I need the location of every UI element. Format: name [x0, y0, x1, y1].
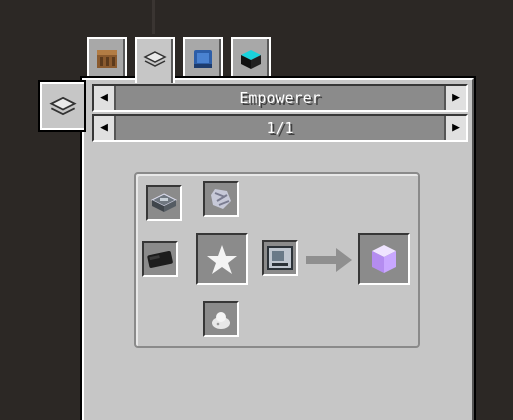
result-arrow-icon [306, 248, 352, 272]
output-slot[interactable] [358, 233, 410, 285]
page-bar: ◀ 1/1 ▶ [92, 114, 468, 142]
nether-star-icon [207, 245, 237, 274]
tab-crafting-table[interactable] [87, 37, 127, 79]
cloud-dust-icon [212, 312, 230, 329]
background-crack [152, 0, 155, 34]
next-page-button[interactable]: ▶ [444, 116, 466, 140]
display-stand-icon [267, 246, 293, 270]
purple-crystal-block-icon [372, 245, 396, 273]
prev-category-button[interactable]: ◀ [94, 86, 116, 110]
coal-block-icon [147, 251, 173, 268]
category-bar: ◀ Empowerer ▶ [92, 84, 468, 112]
category-button-empowerer[interactable] [40, 82, 84, 130]
input-slot-top[interactable] [203, 181, 239, 217]
center-slot[interactable] [196, 233, 248, 285]
blue-book-icon [194, 50, 212, 68]
input-slot-bottom[interactable] [203, 301, 239, 337]
empowerer-icon [143, 51, 167, 67]
clay-ball-icon [211, 189, 231, 209]
prev-page-button[interactable]: ◀ [94, 116, 116, 140]
tab-manual[interactable] [183, 37, 223, 79]
category-title: Empowerer [239, 89, 321, 107]
tab-empowerer[interactable] [135, 37, 175, 83]
machine-slot[interactable] [262, 240, 298, 276]
page-indicator: 1/1 [266, 119, 294, 137]
empowerer-base-icon [150, 193, 178, 212]
input-slot-top-left[interactable] [146, 185, 182, 221]
empowerer-icon [49, 96, 77, 116]
next-category-button[interactable]: ▶ [444, 86, 466, 110]
black-crystal-block-icon [241, 50, 261, 69]
tab-crystal-block[interactable] [231, 37, 271, 79]
crafting-table-icon [97, 50, 117, 68]
input-slot-left[interactable] [142, 241, 178, 277]
